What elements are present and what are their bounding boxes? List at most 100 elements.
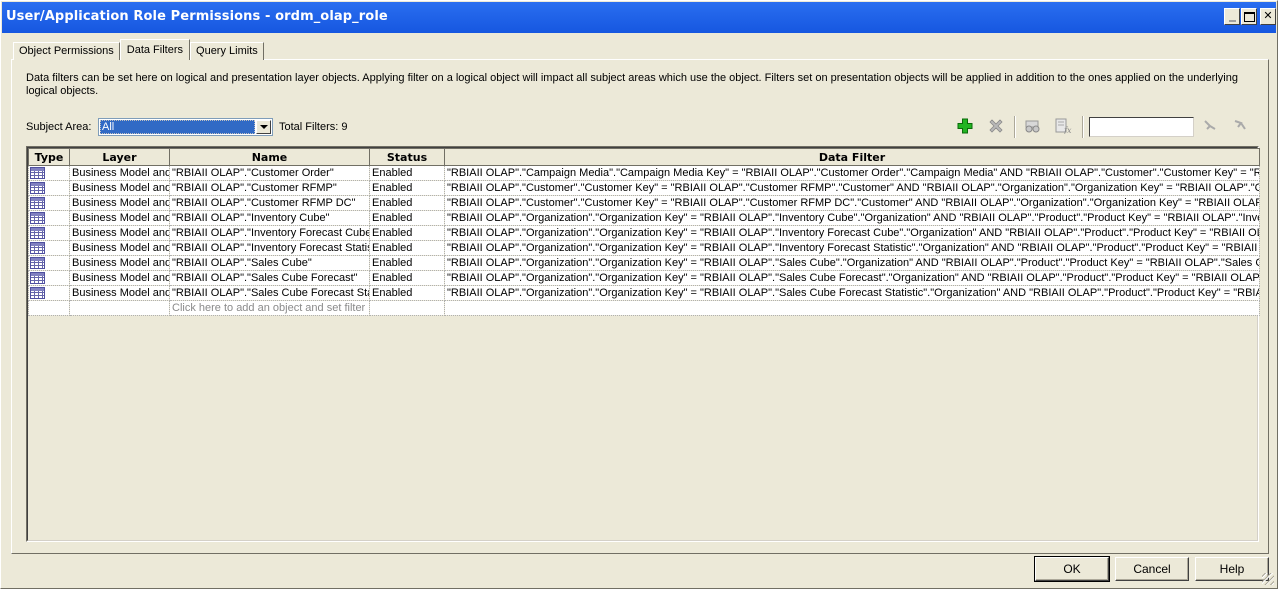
maximize-button[interactable]: [1241, 8, 1257, 25]
type-cell: [28, 225, 70, 241]
title-bar[interactable]: User/Application Role Permissions - ordm…: [2, 2, 1276, 33]
resize-grip[interactable]: [1262, 573, 1274, 585]
close-icon: ✕: [1263, 10, 1273, 22]
delete-icon: [989, 119, 1003, 133]
minimize-button[interactable]: [1224, 8, 1240, 25]
table-header-row: Type Layer Name Status Data Filter: [28, 148, 1260, 166]
chevron-down-icon: [259, 125, 268, 129]
status-cell[interactable]: Enabled: [369, 165, 445, 181]
dialog-window: User/Application Role Permissions - ordm…: [0, 0, 1278, 589]
cancel-button[interactable]: Cancel: [1115, 557, 1189, 581]
table-row[interactable]: Business Model and Mapping "RBIAII OLAP"…: [28, 225, 1260, 241]
total-filters-label: Total Filters: 9: [279, 121, 348, 133]
data-filter-cell[interactable]: "RBIAII OLAP"."Organization"."Organizati…: [444, 210, 1260, 226]
binoculars-icon: [1025, 120, 1040, 133]
tab-strip: Object Permissions Data Filters Query Li…: [13, 39, 264, 60]
column-header-type[interactable]: Type: [28, 148, 70, 166]
close-button[interactable]: ✕: [1260, 8, 1276, 25]
column-header-status[interactable]: Status: [369, 148, 445, 166]
add-object-placeholder[interactable]: Click here to add an object and set filt…: [169, 300, 370, 316]
find-previous-button[interactable]: [1229, 116, 1251, 136]
name-cell[interactable]: "RBIAII OLAP"."Sales Cube": [169, 255, 370, 271]
find-next-button[interactable]: [1199, 116, 1221, 136]
table-row[interactable]: Business Model and Mapping "RBIAII OLAP"…: [28, 270, 1260, 286]
status-cell[interactable]: Enabled: [369, 270, 445, 286]
name-cell[interactable]: "RBIAII OLAP"."Customer RFMP DC": [169, 195, 370, 211]
logical-table-icon: [30, 256, 45, 269]
logical-table-icon: [30, 241, 45, 254]
name-cell[interactable]: "RBIAII OLAP"."Inventory Cube": [169, 210, 370, 226]
name-cell[interactable]: "RBIAII OLAP"."Inventory Forecast Statis…: [169, 240, 370, 256]
layer-cell: Business Model and Mapping: [69, 165, 170, 181]
status-cell[interactable]: Enabled: [369, 180, 445, 196]
window-title: User/Application Role Permissions - ordm…: [6, 9, 388, 24]
logical-table-icon: [30, 271, 45, 284]
subject-area-label: Subject Area:: [26, 121, 92, 133]
data-filter-cell[interactable]: "RBIAII OLAP"."Campaign Media"."Campaign…: [444, 165, 1260, 181]
subject-area-value: All: [100, 120, 255, 134]
add-filter-row[interactable]: Click here to add an object and set filt…: [28, 300, 1260, 316]
table-row[interactable]: Business Model and Mapping "RBIAII OLAP"…: [28, 195, 1260, 211]
find-input[interactable]: [1089, 117, 1194, 137]
layer-cell: Business Model and Mapping: [69, 240, 170, 256]
filters-table: Type Layer Name Status Data Filter Busin…: [28, 148, 1260, 316]
status-cell[interactable]: Enabled: [369, 210, 445, 226]
status-cell[interactable]: Enabled: [369, 195, 445, 211]
column-header-data-filter[interactable]: Data Filter: [444, 148, 1260, 166]
tab-object-permissions[interactable]: Object Permissions: [13, 42, 120, 60]
ok-button[interactable]: OK: [1034, 556, 1110, 582]
logical-table-icon: [30, 196, 45, 209]
add-filter-button[interactable]: [954, 116, 976, 136]
data-filter-cell[interactable]: "RBIAII OLAP"."Organization"."Organizati…: [444, 270, 1260, 286]
table-row[interactable]: Business Model and Mapping "RBIAII OLAP"…: [28, 165, 1260, 181]
type-cell: [28, 165, 70, 181]
name-cell[interactable]: "RBIAII OLAP"."Sales Cube Forecast": [169, 270, 370, 286]
type-cell: [28, 285, 70, 301]
tab-data-filters[interactable]: Data Filters: [119, 39, 191, 60]
dropdown-button[interactable]: [256, 120, 271, 134]
name-cell[interactable]: "RBIAII OLAP"."Customer RFMP": [169, 180, 370, 196]
layer-cell: Business Model and Mapping: [69, 195, 170, 211]
table-row[interactable]: Business Model and Mapping "RBIAII OLAP"…: [28, 180, 1260, 196]
data-filter-cell[interactable]: "RBIAII OLAP"."Customer"."Customer Key" …: [444, 195, 1260, 211]
tab-query-limits[interactable]: Query Limits: [190, 42, 264, 60]
svg-text:fx: fx: [1063, 126, 1072, 134]
help-button[interactable]: Help: [1195, 557, 1269, 581]
table-row[interactable]: Business Model and Mapping "RBIAII OLAP"…: [28, 240, 1260, 256]
name-cell[interactable]: "RBIAII OLAP"."Customer Order": [169, 165, 370, 181]
data-filters-grid: Type Layer Name Status Data Filter Busin…: [26, 146, 1260, 542]
data-filter-cell[interactable]: "RBIAII OLAP"."Organization"."Organizati…: [444, 240, 1260, 256]
column-header-layer[interactable]: Layer: [69, 148, 170, 166]
subject-area-dropdown[interactable]: All: [98, 118, 273, 136]
data-filter-cell[interactable]: "RBIAII OLAP"."Organization"."Organizati…: [444, 255, 1260, 271]
data-filter-cell[interactable]: "RBIAII OLAP"."Customer"."Customer Key" …: [444, 180, 1260, 196]
data-filter-cell[interactable]: "RBIAII OLAP"."Organization"."Organizati…: [444, 285, 1260, 301]
toolbar-separator: [1014, 116, 1016, 138]
type-cell: [28, 240, 70, 256]
add-icon: [957, 118, 973, 134]
column-header-name[interactable]: Name: [169, 148, 370, 166]
logical-table-icon: [30, 286, 45, 299]
status-cell[interactable]: Enabled: [369, 240, 445, 256]
table-row[interactable]: Business Model and Mapping "RBIAII OLAP"…: [28, 255, 1260, 271]
type-cell: [28, 270, 70, 286]
table-row[interactable]: Business Model and Mapping "RBIAII OLAP"…: [28, 285, 1260, 301]
layer-cell: Business Model and Mapping: [69, 210, 170, 226]
layer-cell: [69, 300, 170, 316]
name-cell[interactable]: "RBIAII OLAP"."Sales Cube Forecast Stati…: [169, 285, 370, 301]
data-filter-cell[interactable]: "RBIAII OLAP"."Organization"."Organizati…: [444, 225, 1260, 241]
data-filter-cell: [444, 300, 1260, 316]
toolbar-separator: [1082, 116, 1084, 138]
browse-button[interactable]: [1022, 116, 1044, 136]
type-cell: [28, 210, 70, 226]
status-cell[interactable]: Enabled: [369, 285, 445, 301]
status-cell: [369, 300, 445, 316]
expression-builder-button[interactable]: fx: [1052, 116, 1074, 136]
status-cell[interactable]: Enabled: [369, 225, 445, 241]
name-cell[interactable]: "RBIAII OLAP"."Inventory Forecast Cube": [169, 225, 370, 241]
delete-filter-button[interactable]: [985, 116, 1007, 136]
table-row[interactable]: Business Model and Mapping "RBIAII OLAP"…: [28, 210, 1260, 226]
description-text: Data filters can be set here on logical …: [26, 72, 1238, 97]
layer-cell: Business Model and Mapping: [69, 255, 170, 271]
status-cell[interactable]: Enabled: [369, 255, 445, 271]
